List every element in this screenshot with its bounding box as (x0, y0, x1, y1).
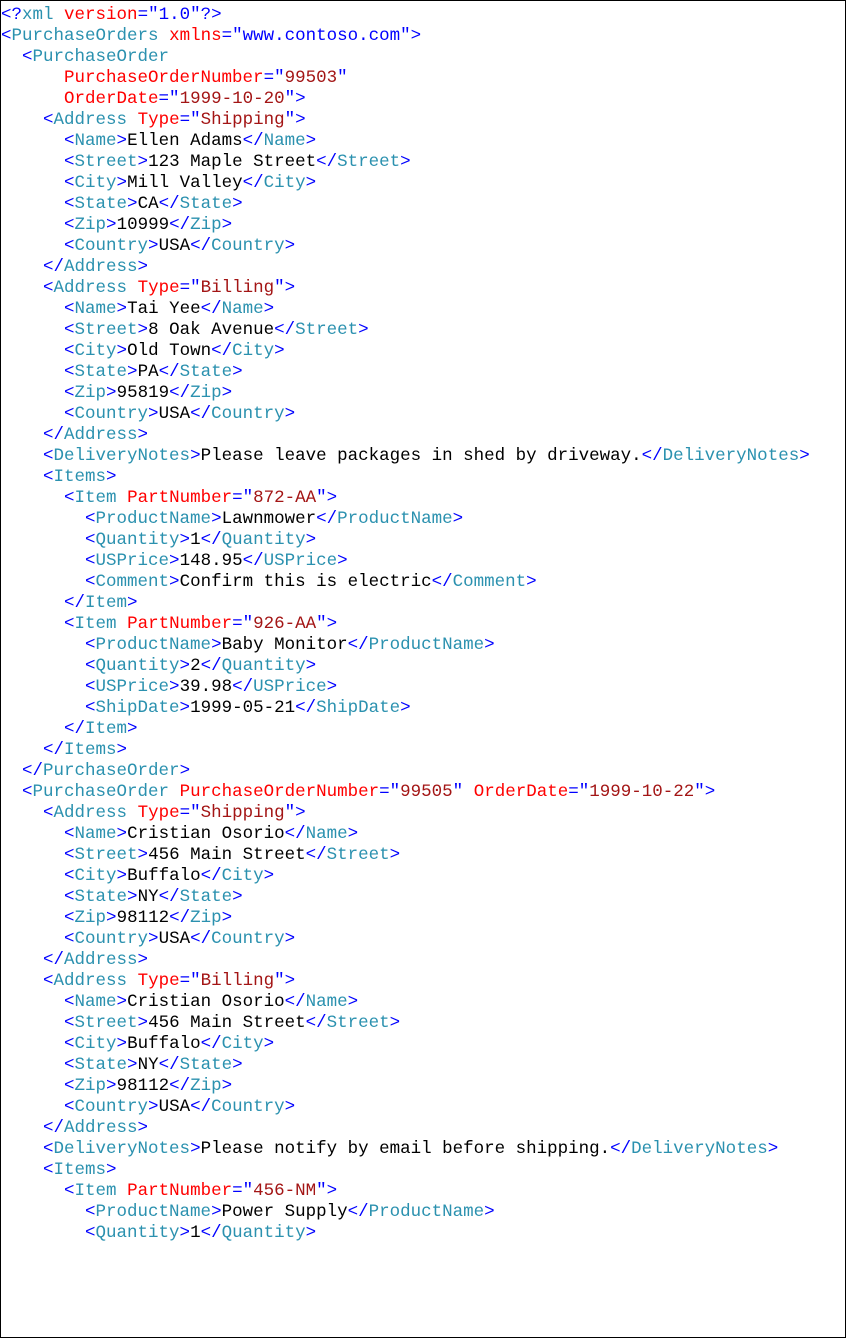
xml-code-block: <?xml version="1.0"?> <PurchaseOrders xm… (0, 0, 846, 1338)
xml-decl: xml (22, 5, 54, 25)
